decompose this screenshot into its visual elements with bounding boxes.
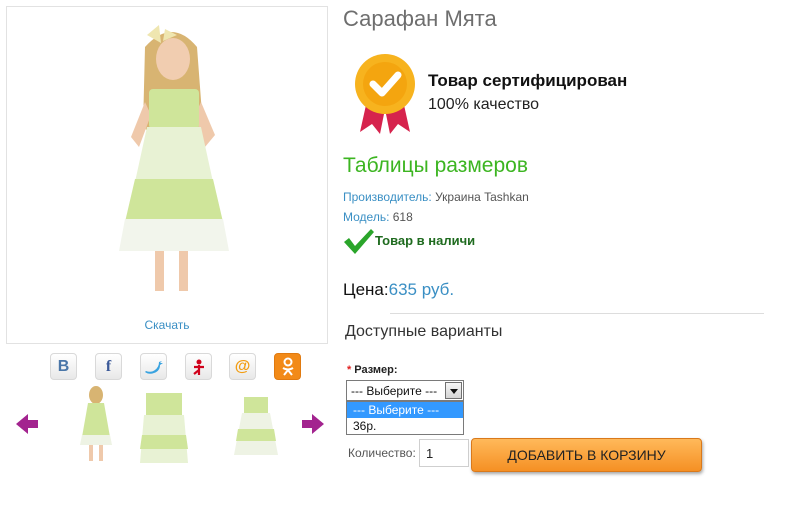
- manufacturer-label[interactable]: Производитель:: [343, 190, 432, 204]
- price-label: Цена:: [343, 280, 389, 299]
- yaru-share-icon[interactable]: [185, 353, 212, 380]
- size-select[interactable]: --- Выберите ---: [346, 380, 464, 401]
- chevron-down-icon[interactable]: [445, 382, 462, 399]
- ok-icon: [281, 357, 294, 376]
- facebook-share-icon[interactable]: f: [95, 353, 122, 380]
- price-value: 635 руб.: [388, 280, 455, 299]
- prev-arrow-icon[interactable]: [14, 412, 40, 436]
- size-dropdown-list: --- Выберите --- 36р.: [346, 401, 464, 435]
- manufacturer-value: Украина Tashkan: [431, 190, 529, 204]
- size-label: * Размер:: [347, 364, 398, 376]
- certified-badge-icon: [355, 54, 415, 134]
- next-arrow-icon[interactable]: [300, 412, 326, 436]
- in-stock-check-icon: [344, 229, 374, 254]
- size-label-text: Размер:: [354, 364, 398, 376]
- ya-ru-icon: [192, 359, 204, 375]
- main-product-photo[interactable]: Скачать: [6, 6, 328, 344]
- twitter-bird-icon: [144, 360, 163, 374]
- download-link[interactable]: Скачать: [7, 318, 327, 332]
- certified-title: Товар сертифицирован: [428, 71, 628, 90]
- at-glyph: @: [234, 357, 251, 375]
- size-option[interactable]: 36р.: [347, 418, 463, 434]
- vk-glyph: В: [57, 357, 70, 375]
- add-to-cart-button[interactable]: ДОБАВИТЬ В КОРЗИНУ: [471, 438, 702, 472]
- facebook-glyph: f: [105, 357, 112, 375]
- model-label: Модель:: [343, 210, 390, 224]
- thumbnail-3[interactable]: [230, 385, 282, 463]
- certified-subtitle: 100% качество: [428, 96, 540, 113]
- odnoklassniki-share-icon[interactable]: [274, 353, 301, 380]
- size-select-value: --- Выберите ---: [351, 384, 438, 398]
- model-value: 618: [389, 210, 413, 224]
- size-table-link[interactable]: Таблицы размеров: [343, 154, 528, 178]
- quantity-input[interactable]: [419, 439, 469, 467]
- variants-heading: Доступные варианты: [345, 323, 503, 340]
- required-mark: *: [347, 364, 352, 376]
- product-image: [119, 25, 229, 291]
- price-row: Цена:635 руб.: [343, 280, 454, 300]
- twitter-share-icon[interactable]: [140, 353, 167, 380]
- stock-status: Товар в наличи: [375, 233, 476, 248]
- model-row: Модель: 618: [343, 210, 413, 224]
- product-title: Сарафан Мята: [343, 6, 497, 31]
- divider: [390, 313, 764, 314]
- mailru-share-icon[interactable]: @: [229, 353, 256, 380]
- vk-share-icon[interactable]: В: [50, 353, 77, 380]
- thumbnail-2[interactable]: [138, 385, 190, 463]
- quantity-label: Количество:: [348, 446, 416, 460]
- size-option[interactable]: --- Выберите ---: [347, 402, 463, 418]
- thumbnail-1[interactable]: [70, 385, 122, 463]
- manufacturer-row: Производитель: Украина Tashkan: [343, 190, 529, 204]
